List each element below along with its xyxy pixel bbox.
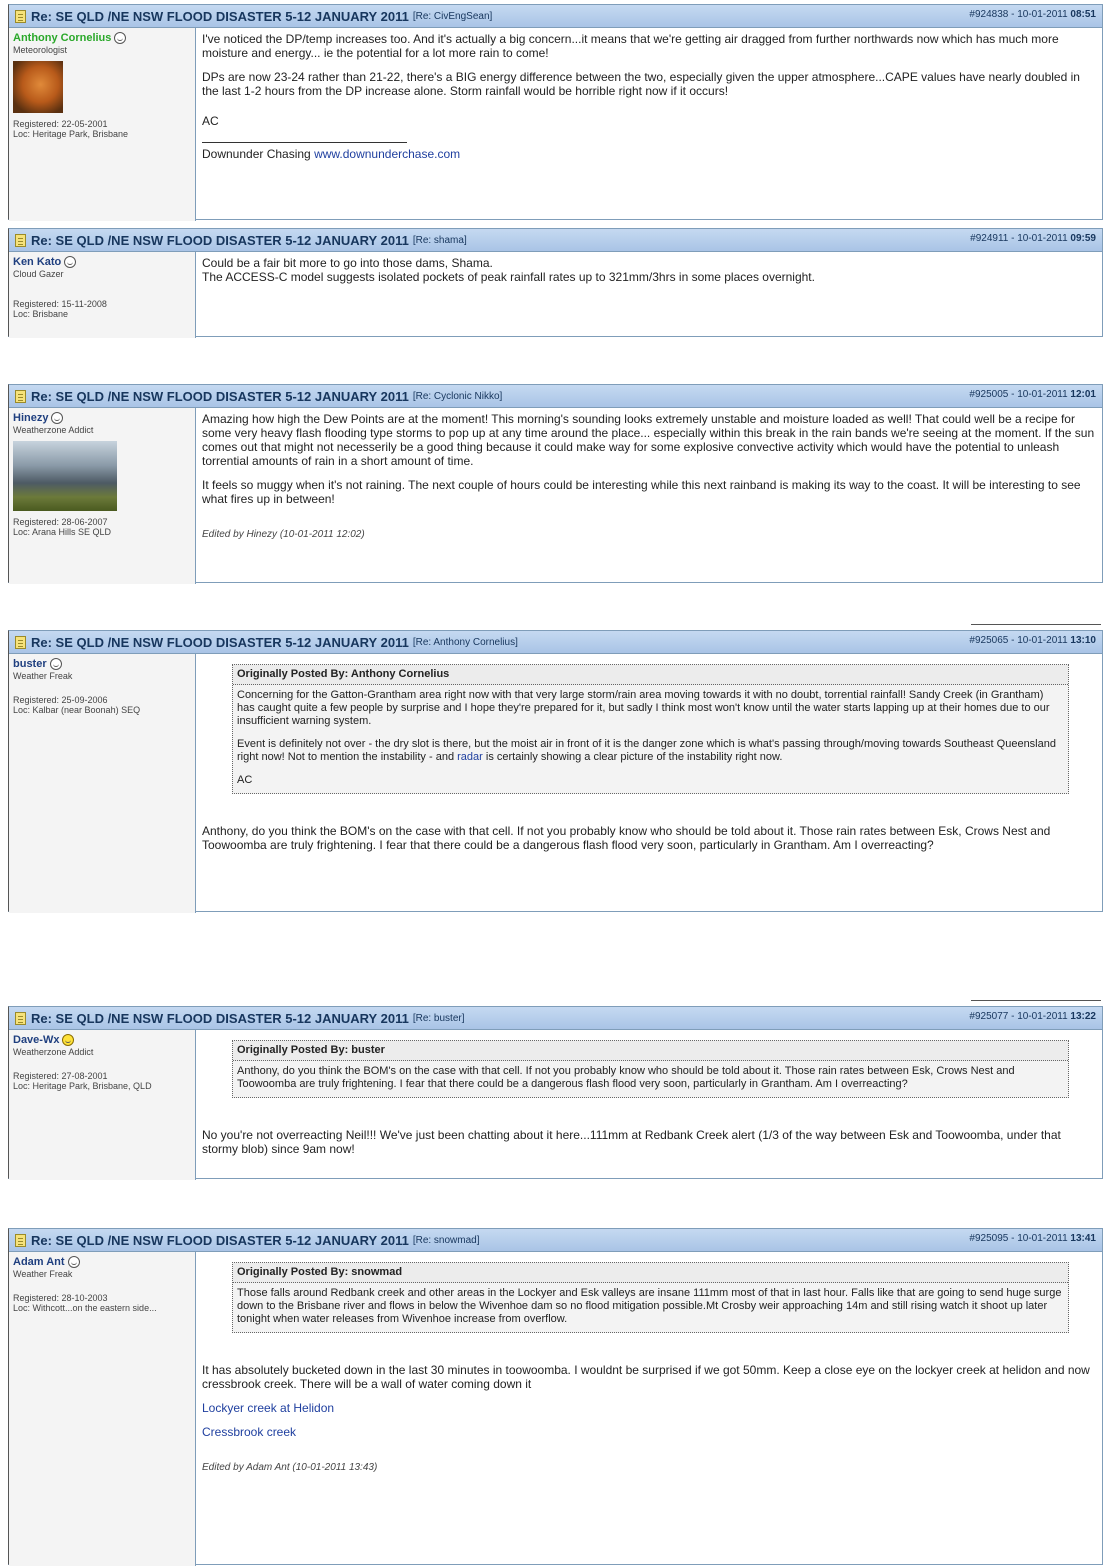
user-location: Loc: Arana Hills SE QLD xyxy=(13,527,112,537)
user-panel: Ken Kato Cloud Gazer Registered: 15-11-2… xyxy=(9,252,196,338)
post-meta: #924838 - 10-01-2011 08:51 xyxy=(969,9,1096,20)
signature: Downunder Chasing www.downunderchase.com xyxy=(202,147,461,161)
post-title[interactable]: Re: SE QLD /NE NSW FLOOD DISASTER 5-12 J… xyxy=(31,233,409,248)
status-smiley-icon xyxy=(49,658,62,670)
avatar[interactable] xyxy=(13,61,63,113)
post-title[interactable]: Re: SE QLD /NE NSW FLOOD DISASTER 5-12 J… xyxy=(31,1011,409,1026)
registered-date: Registered: 28-10-2003 xyxy=(13,1293,108,1303)
post-header: Re: SE QLD /NE NSW FLOOD DISASTER 5-12 J… xyxy=(9,1007,1102,1030)
quote-block: Originally Posted By: Anthony Cornelius … xyxy=(232,664,1069,794)
user-location: Loc: Kalbar (near Boonah) SEQ xyxy=(13,705,141,715)
user-panel: buster Weather Freak Registered: 25-09-2… xyxy=(9,654,196,913)
user-location: Loc: Brisbane xyxy=(13,309,69,319)
username[interactable]: buster xyxy=(13,658,191,670)
quote-block: Originally Posted By: snowmad Those fall… xyxy=(232,1262,1069,1333)
status-smiley-icon xyxy=(114,32,127,44)
post-document-icon xyxy=(15,9,26,23)
post-header: Re: SE QLD /NE NSW FLOOD DISASTER 5-12 J… xyxy=(9,1229,1102,1252)
user-panel: Anthony Cornelius Meteorologist Register… xyxy=(9,28,196,221)
post-reply-to[interactable]: [Re: CivEngSean] xyxy=(413,11,493,22)
quote-header: Originally Posted By: snowmad xyxy=(233,1263,1068,1283)
user-rank: Cloud Gazer xyxy=(13,269,64,279)
post-meta: #925095 - 10-01-2011 13:41 xyxy=(969,1233,1096,1244)
post-body: I've noticed the DP/temp increases too. … xyxy=(196,28,1102,221)
post-header: Re: SE QLD /NE NSW FLOOD DISASTER 5-12 J… xyxy=(9,5,1102,28)
post-document-icon xyxy=(15,233,26,247)
post-header: Re: SE QLD /NE NSW FLOOD DISASTER 5-12 J… xyxy=(9,229,1102,252)
post-header: Re: SE QLD /NE NSW FLOOD DISASTER 5-12 J… xyxy=(9,631,1102,654)
user-panel: Dave-Wx Weatherzone Addict Registered: 2… xyxy=(9,1030,196,1180)
post-reply-to[interactable]: [Re: Anthony Cornelius] xyxy=(413,637,518,648)
username[interactable]: Dave-Wx xyxy=(13,1034,191,1046)
signature-link[interactable]: www.downunderchase.com xyxy=(314,147,460,161)
username[interactable]: Adam Ant xyxy=(13,1256,191,1268)
post-header: Re: SE QLD /NE NSW FLOOD DISASTER 5-12 J… xyxy=(9,385,1102,408)
edited-note: Edited by Hinezy (10-01-2011 12:02) xyxy=(202,529,365,540)
avatar[interactable] xyxy=(13,441,117,511)
post-reply-to[interactable]: [Re: buster] xyxy=(413,1013,465,1024)
username[interactable]: Anthony Cornelius xyxy=(13,32,191,44)
registered-date: Registered: 27-08-2001 xyxy=(13,1071,108,1081)
post-tab-divider xyxy=(971,1000,1101,1005)
post-meta: #925077 - 10-01-2011 13:22 xyxy=(969,1011,1096,1022)
post-925005: Re: SE QLD /NE NSW FLOOD DISASTER 5-12 J… xyxy=(8,384,1103,584)
quote-header: Originally Posted By: buster xyxy=(233,1041,1068,1061)
post-body: Could be a fair bit more to go into thos… xyxy=(202,256,815,284)
post-924838: Re: SE QLD /NE NSW FLOOD DISASTER 5-12 J… xyxy=(8,4,1103,221)
lockyer-creek-link[interactable]: Lockyer creek at Helidon xyxy=(202,1401,334,1415)
post-body: Originally Posted By: buster Anthony, do… xyxy=(196,1030,1102,1180)
user-panel: Adam Ant Weather Freak Registered: 28-10… xyxy=(9,1252,196,1566)
quote-body: Concerning for the Gatton-Grantham area … xyxy=(237,689,1056,786)
status-smiley-icon xyxy=(64,256,77,268)
user-rank: Weatherzone Addict xyxy=(13,1047,94,1057)
post-title[interactable]: Re: SE QLD /NE NSW FLOOD DISASTER 5-12 J… xyxy=(31,9,409,24)
username[interactable]: Ken Kato xyxy=(13,256,191,268)
user-panel: Hinezy Weatherzone Addict Registered: 28… xyxy=(9,408,196,584)
quote-body: Those falls around Redbank creek and oth… xyxy=(237,1287,1062,1325)
username[interactable]: Hinezy xyxy=(13,412,191,424)
registered-date: Registered: 28-06-2007 xyxy=(13,517,108,527)
post-body: Amazing how high the Dew Points are at t… xyxy=(202,412,1095,540)
signature-divider xyxy=(202,142,407,143)
radar-link[interactable]: radar xyxy=(457,751,483,763)
quote-block: Originally Posted By: buster Anthony, do… xyxy=(232,1040,1069,1098)
edited-note: Edited by Adam Ant (10-01-2011 13:43) xyxy=(202,1462,378,1473)
registered-date: Registered: 15-11-2008 xyxy=(13,299,107,309)
registered-date: Registered: 22-05-2001 xyxy=(13,119,108,129)
post-document-icon xyxy=(15,635,26,649)
post-document-icon xyxy=(15,1233,26,1247)
cressbrook-creek-link[interactable]: Cressbrook creek xyxy=(202,1425,296,1439)
post-924911: Re: SE QLD /NE NSW FLOOD DISASTER 5-12 J… xyxy=(8,228,1103,338)
post-reply-to[interactable]: [Re: Cyclonic Nikko] xyxy=(413,391,502,402)
status-smiley-icon xyxy=(67,1256,80,1268)
post-body: Originally Posted By: snowmad Those fall… xyxy=(196,1252,1102,1566)
post-meta: #925065 - 10-01-2011 13:10 xyxy=(969,635,1096,646)
registered-date: Registered: 25-09-2006 xyxy=(13,695,108,705)
post-reply-to[interactable]: [Re: shama] xyxy=(413,235,467,246)
post-meta: #924911 - 10-01-2011 09:59 xyxy=(970,233,1096,244)
user-location: Loc: Heritage Park, Brisbane xyxy=(13,129,129,139)
post-document-icon xyxy=(15,1011,26,1025)
status-smiley-icon xyxy=(51,412,64,424)
quote-header: Originally Posted By: Anthony Cornelius xyxy=(233,665,1068,685)
quote-body: Anthony, do you think the BOM's on the c… xyxy=(237,1065,1015,1090)
post-title[interactable]: Re: SE QLD /NE NSW FLOOD DISASTER 5-12 J… xyxy=(31,1233,409,1248)
post-925077: Re: SE QLD /NE NSW FLOOD DISASTER 5-12 J… xyxy=(8,1006,1103,1180)
post-meta: #925005 - 10-01-2011 12:01 xyxy=(969,389,1096,400)
user-rank: Weather Freak xyxy=(13,671,73,681)
user-rank: Meteorologist xyxy=(13,45,68,55)
post-title[interactable]: Re: SE QLD /NE NSW FLOOD DISASTER 5-12 J… xyxy=(31,635,409,650)
user-location: Loc: Heritage Park, Brisbane, QLD xyxy=(13,1081,152,1091)
post-document-icon xyxy=(15,389,26,403)
post-925095: Re: SE QLD /NE NSW FLOOD DISASTER 5-12 J… xyxy=(8,1228,1103,1566)
user-location: Loc: Withcott...on the eastern side... xyxy=(13,1303,157,1313)
status-smiley-icon xyxy=(62,1034,75,1046)
post-925065: Re: SE QLD /NE NSW FLOOD DISASTER 5-12 J… xyxy=(8,630,1103,913)
post-title[interactable]: Re: SE QLD /NE NSW FLOOD DISASTER 5-12 J… xyxy=(31,389,409,404)
post-tab-divider xyxy=(971,624,1101,629)
post-reply-to[interactable]: [Re: snowmad] xyxy=(413,1235,480,1246)
user-rank: Weatherzone Addict xyxy=(13,425,94,435)
post-body: Originally Posted By: Anthony Cornelius … xyxy=(196,654,1102,913)
user-rank: Weather Freak xyxy=(13,1269,73,1279)
